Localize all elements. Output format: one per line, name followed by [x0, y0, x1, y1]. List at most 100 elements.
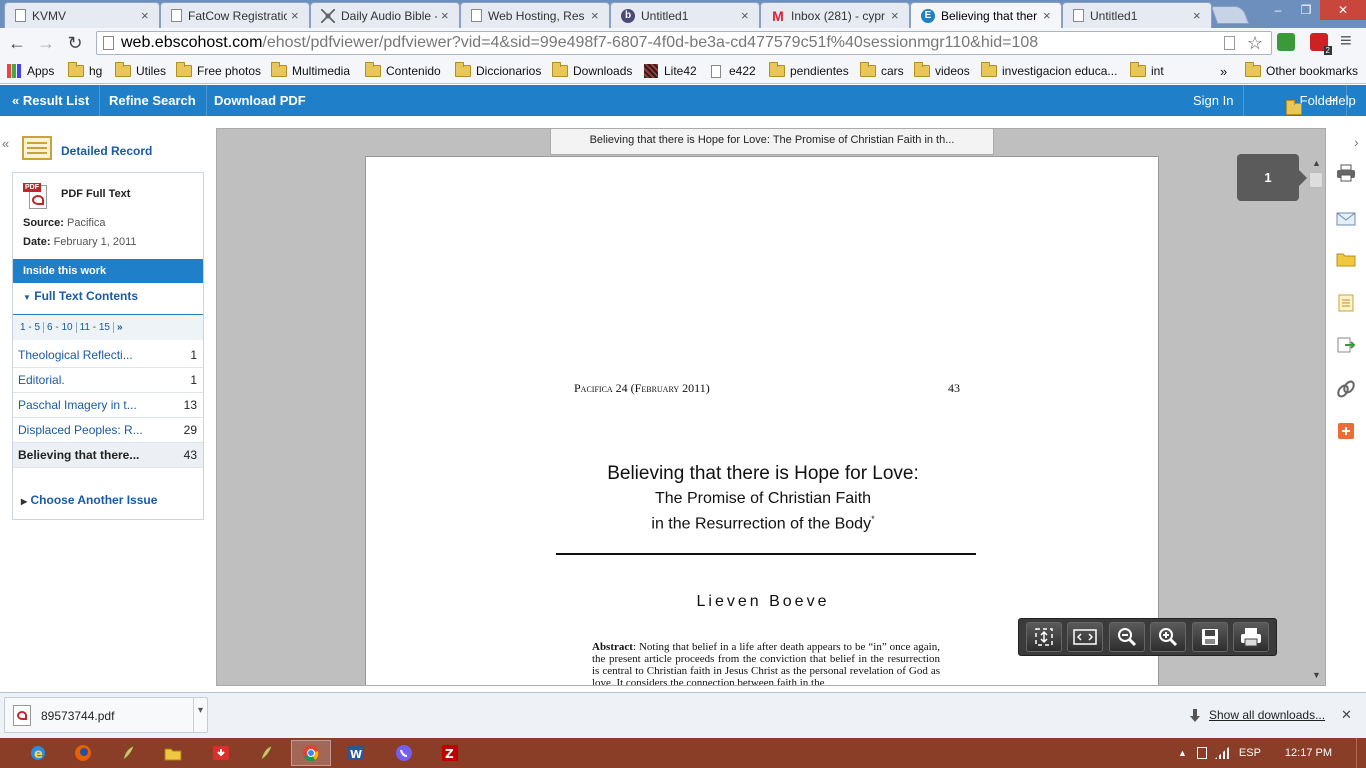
- scroll-up-icon[interactable]: ▲: [1312, 158, 1321, 168]
- ie-icon[interactable]: e: [18, 740, 58, 766]
- close-icon[interactable]: ×: [891, 8, 903, 23]
- extension-icon[interactable]: 2: [1310, 33, 1332, 55]
- bookmark-e422[interactable]: e422: [711, 62, 756, 80]
- download-pdf-link[interactable]: Download PDF: [204, 85, 316, 116]
- feather-icon[interactable]: [246, 740, 286, 766]
- close-icon[interactable]: ×: [591, 8, 603, 23]
- scroll-thumb[interactable]: [1309, 172, 1323, 188]
- network-icon[interactable]: [1214, 747, 1229, 759]
- tab-daily-audio-bible[interactable]: Daily Audio Bible - ×: [310, 2, 460, 28]
- page-action-icon[interactable]: [1224, 36, 1235, 50]
- scroll-down-icon[interactable]: ▼: [1312, 670, 1321, 680]
- explorer-icon[interactable]: [153, 740, 193, 766]
- refine-search-link[interactable]: Refine Search: [99, 85, 207, 116]
- back-button[interactable]: ←: [6, 32, 28, 54]
- tab-kvmv[interactable]: KVMV ×: [4, 2, 160, 28]
- permalink-icon[interactable]: [1336, 380, 1356, 398]
- show-desktop-button[interactable]: [1356, 738, 1366, 768]
- bookmark-videos[interactable]: videos: [914, 62, 970, 80]
- download-options-button[interactable]: ▾: [193, 698, 207, 732]
- close-icon[interactable]: ×: [291, 8, 303, 23]
- minimize-button[interactable]: –: [1264, 0, 1292, 20]
- page-range-11-15[interactable]: 11 - 15: [76, 322, 114, 333]
- new-tab-button[interactable]: [1210, 6, 1250, 24]
- full-text-contents-toggle[interactable]: ▼ Full Text Contents: [23, 289, 138, 303]
- export-icon[interactable]: [1336, 336, 1356, 354]
- toc-item[interactable]: Paschal Imagery in t... 13: [13, 393, 203, 418]
- filezilla-icon[interactable]: Z: [430, 740, 470, 766]
- viewer-scrollbar[interactable]: ▲ ▼: [1308, 156, 1325, 686]
- bookmark-diccionarios[interactable]: Diccionarios: [455, 62, 541, 80]
- close-icon[interactable]: ×: [1193, 8, 1205, 23]
- help-link[interactable]: Help: [1319, 85, 1366, 116]
- bookmark-multimedia[interactable]: Multimedia: [271, 62, 350, 80]
- share-icon[interactable]: [1336, 422, 1356, 440]
- toc-item-current[interactable]: Believing that there... 43: [13, 443, 203, 468]
- pdf-viewer[interactable]: Believing that there is Hope for Love: T…: [216, 128, 1326, 686]
- menu-icon[interactable]: ≡: [1340, 30, 1352, 53]
- close-icon[interactable]: ×: [1043, 8, 1055, 23]
- clock[interactable]: 12:17 PM: [1285, 747, 1332, 759]
- detailed-record-link[interactable]: Detailed Record: [61, 144, 152, 158]
- zoom-in-icon[interactable]: [1150, 622, 1187, 652]
- address-bar[interactable]: web.ebscohost.com/ehost/pdfviewer/pdfvie…: [96, 31, 1272, 55]
- language-indicator[interactable]: ESP: [1239, 747, 1261, 759]
- feather-icon[interactable]: [108, 740, 148, 766]
- bookmark-contenido[interactable]: Contenido: [365, 62, 441, 80]
- viber-icon[interactable]: [384, 740, 424, 766]
- star-icon[interactable]: ☆: [1247, 32, 1263, 54]
- collapse-left-panel-button[interactable]: «: [2, 136, 9, 151]
- toc-item[interactable]: Displaced Peoples: R... 29: [13, 418, 203, 443]
- page-range-6-10[interactable]: 6 - 10: [44, 322, 77, 333]
- close-icon[interactable]: ×: [741, 8, 753, 23]
- evernote-extension-icon[interactable]: [1277, 33, 1295, 51]
- notes-icon[interactable]: [1336, 294, 1356, 312]
- word-icon[interactable]: W: [336, 740, 376, 766]
- sign-in-link[interactable]: Sign In: [1183, 85, 1245, 116]
- email-icon[interactable]: [1336, 210, 1356, 228]
- close-icon[interactable]: ×: [141, 8, 153, 23]
- maximize-button[interactable]: ❐: [1292, 0, 1320, 20]
- print-icon[interactable]: [1336, 164, 1356, 182]
- reload-button[interactable]: ↻: [64, 32, 86, 54]
- forward-button[interactable]: →: [35, 32, 57, 54]
- tab-untitled1-b[interactable]: b Untitled1 ×: [610, 2, 760, 28]
- tab-inbox[interactable]: M Inbox (281) - cypr ×: [760, 2, 910, 28]
- bookmark-investigacion[interactable]: investigacion educa...: [981, 62, 1117, 80]
- pdf-full-text-label[interactable]: PDF Full Text: [61, 188, 130, 200]
- tab-believing-active[interactable]: E Believing that ther ×: [910, 2, 1062, 28]
- bookmark-apps[interactable]: Apps: [7, 62, 54, 80]
- save-icon[interactable]: [1191, 622, 1228, 652]
- toc-item[interactable]: Editorial. 1: [13, 368, 203, 393]
- folder-icon[interactable]: [1336, 250, 1356, 268]
- tray-expand-icon[interactable]: ▲: [1178, 748, 1187, 758]
- bookmarks-overflow-button[interactable]: »: [1220, 62, 1227, 80]
- bookmark-other[interactable]: Other bookmarks: [1245, 62, 1358, 80]
- tab-untitled1[interactable]: Untitled1 ×: [1062, 2, 1212, 28]
- fit-page-icon[interactable]: [1025, 622, 1062, 652]
- choose-another-issue-link[interactable]: ▶ Choose Another Issue: [21, 493, 157, 507]
- window-close-button[interactable]: ✕: [1320, 0, 1366, 20]
- chrome-icon[interactable]: [291, 740, 331, 766]
- bookmark-int[interactable]: int: [1130, 62, 1164, 80]
- tab-web-hosting[interactable]: Web Hosting, Res ×: [460, 2, 610, 28]
- tab-fatcow[interactable]: FatCow Registration ×: [160, 2, 310, 28]
- page-range-1-5[interactable]: 1 - 5: [17, 322, 45, 333]
- result-list-link[interactable]: « Result List: [2, 85, 101, 116]
- bookmark-pendientes[interactable]: pendientes: [769, 62, 849, 80]
- bookmark-downloads[interactable]: Downloads: [552, 62, 632, 80]
- battery-icon[interactable]: [1196, 747, 1207, 759]
- show-all-downloads-link[interactable]: Show all downloads...: [1209, 708, 1325, 722]
- fit-width-icon[interactable]: [1067, 622, 1104, 652]
- download-item[interactable]: 89573744.pdf ▾: [4, 697, 208, 733]
- bookmark-cars[interactable]: cars: [860, 62, 904, 80]
- zoom-out-icon[interactable]: [1108, 622, 1145, 652]
- close-icon[interactable]: ×: [441, 8, 453, 23]
- downloader-icon[interactable]: [201, 740, 241, 766]
- bookmark-free-photos[interactable]: Free photos: [176, 62, 261, 80]
- bookmark-lite42[interactable]: Lite42: [644, 62, 697, 80]
- bookmark-hg[interactable]: hg: [68, 62, 102, 80]
- print-icon[interactable]: [1233, 622, 1270, 652]
- toc-item[interactable]: Theological Reflecti... 1: [13, 343, 203, 368]
- firefox-icon[interactable]: [63, 740, 103, 766]
